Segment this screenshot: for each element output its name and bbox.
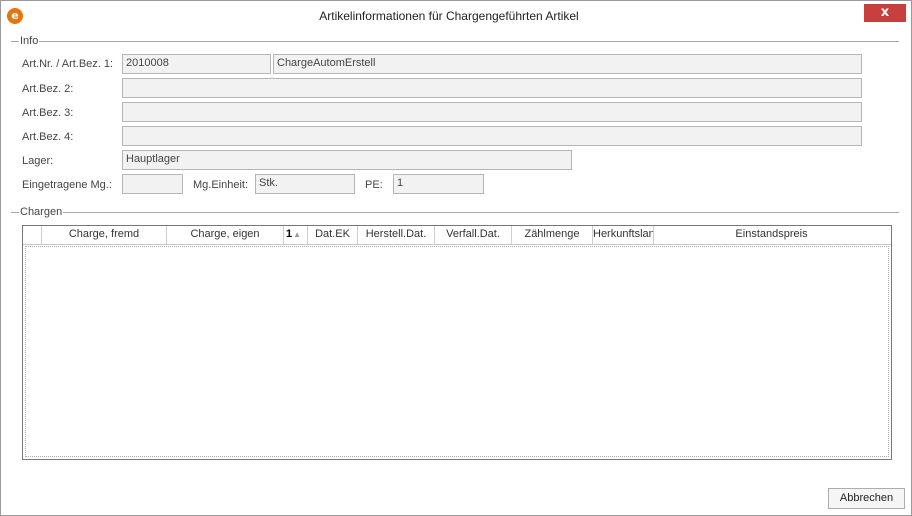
lager-field[interactable]: Hauptlager — [122, 150, 572, 170]
art-bez4-field[interactable] — [122, 126, 862, 146]
pe-label: PE: — [365, 179, 383, 191]
sort-number: 1 — [286, 228, 293, 240]
einheit-label: Mg.Einheit: — [193, 179, 249, 191]
menge-field[interactable] — [122, 174, 183, 194]
art-bez3-field[interactable] — [122, 102, 862, 122]
close-button[interactable]: x — [864, 4, 906, 22]
chargen-group-line — [11, 212, 899, 213]
window-title: Artikelinformationen für Chargengeführte… — [319, 9, 579, 23]
col-herkunftsland[interactable]: Herkunftsland — [593, 226, 654, 244]
col-charge-eigen[interactable]: Charge, eigen — [167, 226, 284, 244]
chargen-group-label: Chargen — [19, 206, 64, 218]
info-group-label: Info — [19, 35, 40, 47]
col-verfall-dat[interactable]: Verfall.Dat. — [435, 226, 512, 244]
chargen-grid-body — [25, 246, 889, 457]
art-bez3-label: Art.Bez. 3: — [22, 107, 74, 119]
einheit-field[interactable]: Stk. — [255, 174, 355, 194]
col-sort-indicator[interactable]: 1▲ — [284, 226, 308, 244]
info-group-line — [11, 41, 899, 42]
cancel-button[interactable]: Abbrechen — [828, 488, 905, 509]
chargen-grid[interactable]: Charge, fremd Charge, eigen 1▲ Dat.EK He… — [22, 225, 892, 460]
art-nr-field[interactable]: 2010008 — [122, 54, 271, 74]
col-charge-fremd[interactable]: Charge, fremd — [42, 226, 167, 244]
art-bez1-field[interactable]: ChargeAutomErstell — [273, 54, 862, 74]
art-nr-label: Art.Nr. / Art.Bez. 1: — [22, 58, 114, 70]
dialog-window: e Artikelinformationen für Chargengeführ… — [0, 0, 912, 516]
art-bez4-label: Art.Bez. 4: — [22, 131, 74, 143]
col-einstandspreis[interactable]: Einstandspreis — [654, 226, 889, 244]
pe-field[interactable]: 1 — [393, 174, 484, 194]
row-selector-header — [23, 226, 42, 244]
title-bar: e Artikelinformationen für Chargengeführ… — [1, 1, 911, 31]
chargen-grid-header: Charge, fremd Charge, eigen 1▲ Dat.EK He… — [23, 226, 891, 245]
art-bez2-label: Art.Bez. 2: — [22, 83, 74, 95]
col-zaehlmenge[interactable]: Zählmenge — [512, 226, 593, 244]
sort-ascending-icon: ▲ — [293, 230, 302, 239]
menge-label: Eingetragene Mg.: — [22, 179, 112, 191]
col-dat-ek[interactable]: Dat.EK — [308, 226, 358, 244]
lager-label: Lager: — [22, 155, 54, 167]
col-herstell-dat[interactable]: Herstell.Dat. — [358, 226, 435, 244]
art-bez2-field[interactable] — [122, 78, 862, 98]
